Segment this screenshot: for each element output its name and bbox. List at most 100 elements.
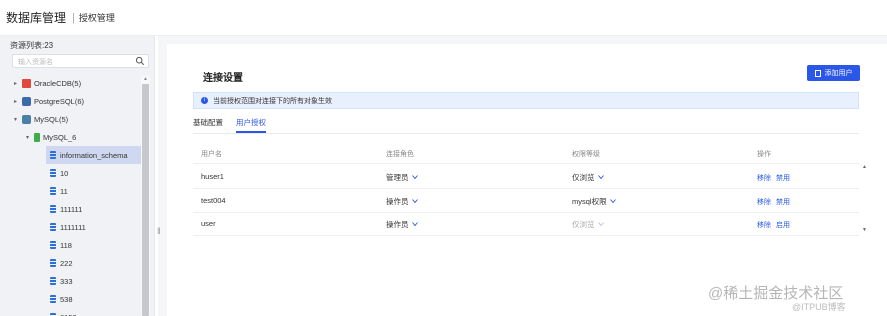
disable-link[interactable]: 禁用 xyxy=(776,173,790,183)
schema-icon xyxy=(50,187,56,195)
tree-node-label: 11 xyxy=(60,186,68,196)
schema-icon xyxy=(50,169,56,177)
add-user-label: 添加用户 xyxy=(824,70,853,77)
info-icon: i xyxy=(201,97,208,104)
permission-select[interactable]: mysql权限 xyxy=(572,196,607,207)
table-divider xyxy=(193,163,859,164)
caret-right-icon[interactable]: ▸ xyxy=(14,98,22,105)
tree-node-schema[interactable]: 111111 xyxy=(50,200,82,218)
row-divider xyxy=(193,188,859,189)
role-select[interactable]: 操作员 xyxy=(386,219,409,230)
tree-node-label: 538 xyxy=(60,294,73,304)
schema-icon xyxy=(50,241,56,249)
page-title: 数据库管理 xyxy=(6,11,67,25)
enable-link[interactable]: 启用 xyxy=(776,220,790,230)
tree-node-schema[interactable]: 222 xyxy=(50,254,73,272)
tree-node-schema[interactable]: 6153 xyxy=(50,308,77,316)
schema-icon xyxy=(50,259,56,267)
tab-user-authorization[interactable]: 用户授权 xyxy=(236,117,266,128)
watermark-subtext: @ITPUB博客 xyxy=(792,302,846,312)
tree-node-label: 111111 xyxy=(60,204,83,214)
column-header-actions: 操作 xyxy=(757,151,771,158)
tree-node-schema[interactable]: 10 xyxy=(50,164,68,182)
oracle-db-icon xyxy=(22,78,31,88)
tree-node-label: 118 xyxy=(60,240,72,250)
schema-icon xyxy=(50,277,56,285)
caret-down-icon[interactable]: ▾ xyxy=(14,116,22,123)
breadcrumb-separator: | xyxy=(72,11,75,24)
tree-node-label: MySQL_6 xyxy=(43,132,77,142)
permission-select[interactable]: 仅浏览 xyxy=(572,219,595,230)
tree-node-label: 6153 xyxy=(60,313,77,316)
chevron-down-icon[interactable] xyxy=(598,221,604,227)
caret-right-icon[interactable]: ▸ xyxy=(14,80,22,87)
tree-node-information-schema[interactable]: information_schema xyxy=(46,146,141,164)
panel-title: 连接设置 xyxy=(203,73,243,84)
row-username: user xyxy=(201,219,216,228)
tab-basic-config[interactable]: 基础配置 xyxy=(193,117,223,128)
mysql-icon xyxy=(22,114,31,124)
sidebar-scroll-thumb[interactable] xyxy=(142,84,149,316)
tree-node-label: 222 xyxy=(60,258,73,268)
tab-divider xyxy=(193,133,859,134)
role-select[interactable]: 操作员 xyxy=(386,196,409,207)
tree-node-schema[interactable]: 11 xyxy=(50,182,68,200)
info-text: 当前授权范围对连接下的所有对象生效 xyxy=(213,97,332,105)
scroll-up-icon[interactable]: ▲ xyxy=(143,76,148,82)
tree-node-schema[interactable]: 333 xyxy=(50,272,73,290)
document-icon xyxy=(814,69,821,77)
schema-icon xyxy=(50,151,56,159)
column-header-permission: 权限等级 xyxy=(572,151,600,158)
chevron-down-icon[interactable] xyxy=(412,221,418,227)
row-divider xyxy=(193,235,859,236)
scroll-down-icon[interactable]: ▼ xyxy=(862,227,867,233)
tree-node-label: information_schema xyxy=(60,150,128,160)
schema-icon xyxy=(50,205,56,213)
resource-search-input[interactable]: 输入资源名 xyxy=(12,54,149,68)
tree-node-schema[interactable]: 538 xyxy=(50,290,73,308)
tree-node-label: 333 xyxy=(60,276,73,286)
column-header-role: 连接角色 xyxy=(386,151,414,158)
remove-link[interactable]: 移除 xyxy=(757,220,771,230)
schema-icon xyxy=(50,223,56,231)
tree-node-label: 10 xyxy=(60,168,69,178)
tree-node-mysql-6[interactable]: ▾ MySQL_6 xyxy=(26,128,76,146)
connection-settings-panel: 连接设置 添加用户 i 当前授权范围对连接下的所有对象生效 基础配置 用户授权 … xyxy=(167,44,887,316)
table-scrollbar[interactable]: ▲ ▼ xyxy=(860,164,869,236)
chevron-down-icon[interactable] xyxy=(598,174,604,180)
remove-link[interactable]: 移除 xyxy=(757,173,771,183)
tree-node-postgresql[interactable]: ▸ PostgreSQL(6) xyxy=(14,92,84,110)
row-username: huser1 xyxy=(201,172,224,181)
tree-node-label: OracleCDB(5) xyxy=(34,78,82,88)
row-divider xyxy=(193,212,859,213)
role-select[interactable]: 管理员 xyxy=(386,172,409,183)
postgresql-icon xyxy=(22,96,31,106)
remove-link[interactable]: 移除 xyxy=(757,197,771,207)
tree-node-oraclecdb[interactable]: ▸ OracleCDB(5) xyxy=(14,74,81,92)
resource-count: 资源列表:23 xyxy=(10,41,54,50)
add-user-button[interactable]: 添加用户 xyxy=(807,65,860,81)
breadcrumb-current[interactable]: 授权管理 xyxy=(79,11,115,24)
chevron-down-icon[interactable] xyxy=(412,174,418,180)
info-banner: i 当前授权范围对连接下的所有对象生效 xyxy=(193,92,859,109)
scroll-up-icon[interactable]: ▲ xyxy=(862,164,867,170)
search-icon[interactable] xyxy=(135,56,145,66)
database-icon xyxy=(34,132,40,142)
disable-link[interactable]: 禁用 xyxy=(776,197,790,207)
chevron-down-icon[interactable] xyxy=(412,198,418,204)
caret-down-icon[interactable]: ▾ xyxy=(26,134,34,141)
tree-node-label: 1111111 xyxy=(60,222,86,232)
column-header-user: 用户名 xyxy=(201,151,222,158)
tree-node-label: MySQL(5) xyxy=(34,114,69,124)
tree-node-label: PostgreSQL(6) xyxy=(34,96,85,106)
resource-sidebar: 资源列表:23 输入资源名 ▸ OracleCDB(5) ▸ PostgreSQ… xyxy=(0,36,155,316)
schema-icon xyxy=(50,295,56,303)
resize-handle-icon[interactable]: ‖ xyxy=(157,226,161,236)
active-tab-indicator xyxy=(236,131,266,133)
tree-node-schema[interactable]: 118 xyxy=(50,236,72,254)
tree-node-mysql[interactable]: ▾ MySQL(5) xyxy=(14,110,68,128)
permission-select[interactable]: 仅浏览 xyxy=(572,172,595,183)
tree-node-schema[interactable]: 1111111 xyxy=(50,218,86,236)
chevron-down-icon[interactable] xyxy=(610,198,616,204)
row-username: test004 xyxy=(201,196,226,205)
